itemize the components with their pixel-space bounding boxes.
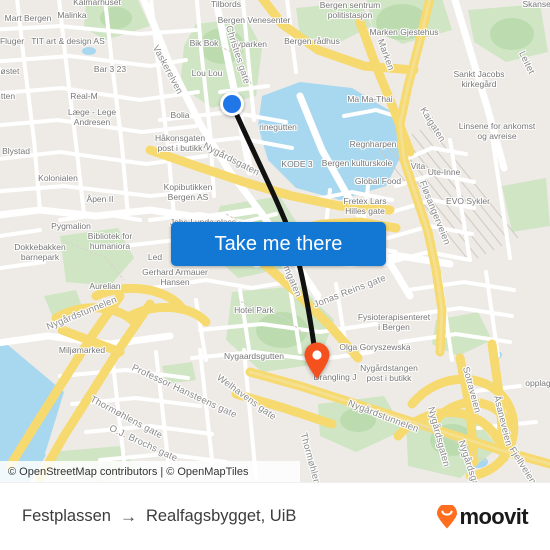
moovit-pin-icon	[437, 504, 458, 528]
arrow-right-icon: →	[119, 506, 137, 526]
moovit-wordmark: moovit	[459, 503, 528, 529]
map-attribution: © OpenStreetMap contributors | © OpenMap…	[0, 461, 300, 482]
take-me-there-button[interactable]: Take me there	[171, 222, 386, 266]
trip-footer: Festplassen → Realfagsbygget, UiB moovit	[0, 482, 550, 550]
trip-origin-label: Festplassen	[22, 507, 111, 525]
map-canvas[interactable]: Mart Bergen Malinka Kalmarhuset Tilbords Ber…	[0, 0, 550, 482]
origin-dot[interactable]	[220, 92, 244, 116]
openmaptiles-attribution-link[interactable]: © OpenMapTiles	[166, 466, 248, 478]
moovit-logo[interactable]: moovit	[436, 503, 529, 530]
trip-destination-label: Realfagsbygget, UiB	[145, 507, 297, 525]
openstreetmap-attribution-link[interactable]: © OpenStreetMap contributors	[8, 466, 157, 478]
trip-summary: Festplassen → Realfagsbygget, UiB	[22, 507, 296, 527]
attribution-separator: |	[160, 465, 164, 478]
destination-pin[interactable]	[303, 342, 331, 380]
trip-map-screen: Mart Bergen Malinka Kalmarhuset Tilbords Ber…	[0, 0, 550, 550]
